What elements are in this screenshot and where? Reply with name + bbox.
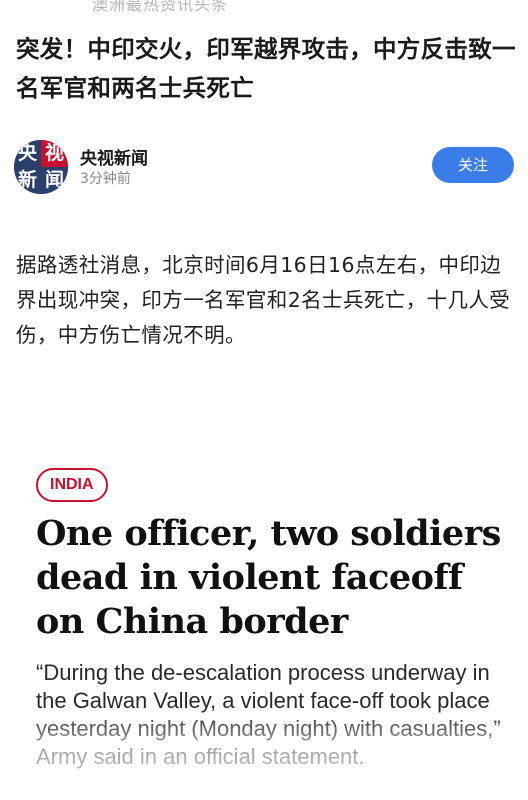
follow-button[interactable]: 关注 [432, 147, 514, 183]
avatar-char: 央 [14, 140, 41, 167]
avatar-char: 视 [41, 140, 68, 167]
avatar-char: 新 [14, 167, 41, 194]
author-row: 央 视 新 闻 央视新闻 3分钟前 关注 [14, 140, 514, 196]
author-avatar[interactable]: 央 视 新 闻 [14, 140, 68, 194]
category-tag: INDIA [36, 468, 108, 502]
author-name[interactable]: 央视新闻 [80, 144, 148, 169]
embedded-headline: One officer, two soldiers dead in violen… [36, 513, 501, 642]
avatar-char: 闻 [41, 167, 68, 194]
top-banner-text: 澳洲最热资讯头条 [92, 0, 229, 14]
fade-overlay [0, 710, 528, 800]
post-time: 3分钟前 [80, 171, 131, 187]
article-body-paragraph: 据路透社消息，北京时间6月16日16点左右，中印边界出现冲突，印方一名军官和2名… [16, 253, 511, 347]
embedded-news-image[interactable]: INDIA One officer, two soldiers dead in … [0, 440, 528, 800]
top-banner: 澳洲最热资讯头条 [0, 0, 528, 14]
article-headline: 突发！中印交火，印军越界攻击，中方反击致一名军官和两名士兵死亡 [16, 35, 516, 102]
